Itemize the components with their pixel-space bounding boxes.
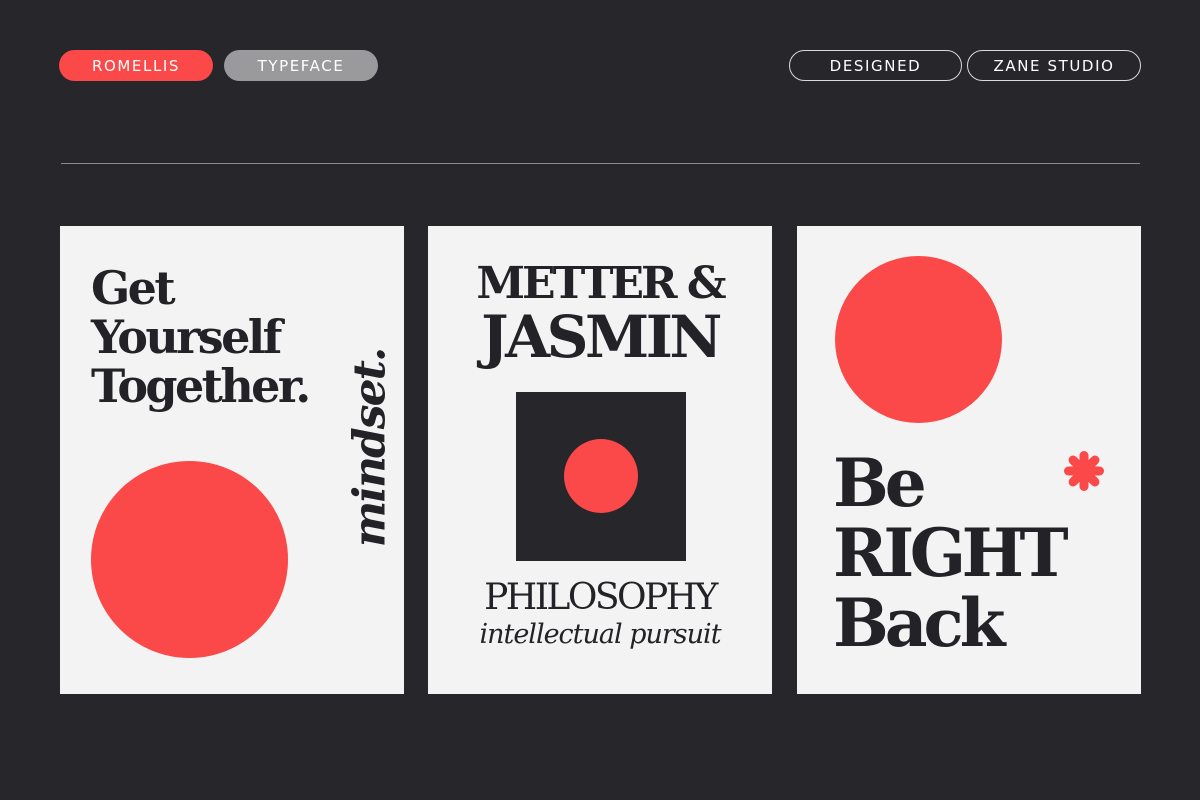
poster-1-headline-line: Get: [91, 261, 176, 315]
red-circle: [91, 461, 288, 658]
poster-metter-jasmin: METTER & JASMIN PHILOSOPHY intellectual …: [428, 226, 772, 694]
asterisk-icon: [1064, 451, 1104, 491]
poster-1-vertical-word: mindset.: [344, 348, 396, 548]
red-circle: [835, 256, 1002, 423]
tag-typeface[interactable]: TYPEFACE: [224, 50, 378, 81]
poster-1-headline-line: Together.: [91, 359, 311, 413]
tag-romellis[interactable]: ROMELLIS: [59, 50, 213, 81]
poster-2-headline-line: METTER &: [476, 258, 726, 309]
poster-3-headline-line: Back: [833, 584, 1005, 662]
tag-designed[interactable]: DESIGNED: [789, 50, 962, 81]
poster-3-headline-line: RIGHT: [833, 514, 1069, 592]
poster-2-tagline: intellectual pursuit: [479, 619, 721, 650]
poster-be-right-back: Be RIGHT Back: [797, 226, 1141, 694]
tag-zane-studio[interactable]: ZANE STUDIO: [967, 50, 1141, 81]
poster-3-headline-line: Be: [833, 444, 927, 522]
poster-2-subtitle: PHILOSOPHY: [484, 577, 718, 618]
poster-2-headline-line: JASMIN: [481, 303, 722, 371]
dark-square: [516, 392, 686, 561]
poster-1-headline: Get Yourself Together.: [91, 261, 311, 413]
red-circle: [564, 439, 638, 513]
poster-get-yourself-together: Get Yourself Together. mindset.: [60, 226, 404, 694]
poster-1-headline-line: Yourself: [91, 310, 282, 364]
poster-3-headline: Be RIGHT Back: [833, 444, 1069, 662]
divider-line: [61, 163, 1140, 164]
